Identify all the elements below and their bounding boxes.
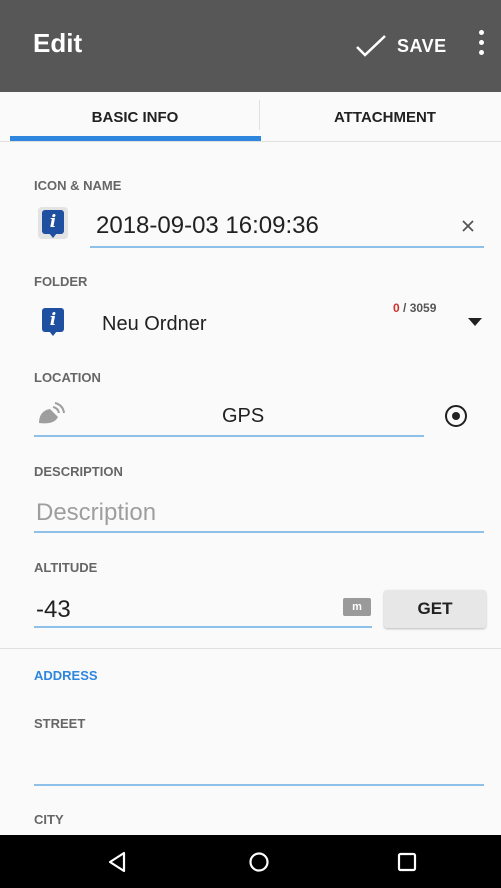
location-underline	[34, 435, 424, 437]
description-underline	[34, 531, 484, 533]
altitude-input[interactable]: -43	[36, 596, 71, 624]
street-label: STREET	[34, 716, 86, 731]
system-nav-bar	[0, 835, 501, 888]
folder-count-total: / 3059	[403, 301, 437, 315]
location-label: LOCATION	[34, 370, 101, 385]
tab-bar: BASIC INFO ATTACHMENT	[0, 92, 501, 142]
tab-attachment[interactable]: ATTACHMENT	[260, 92, 501, 142]
check-icon	[356, 35, 386, 57]
back-icon	[108, 851, 126, 873]
page-title: Edit	[33, 28, 83, 58]
app-bar: Edit SAVE	[0, 0, 501, 92]
overflow-menu-icon[interactable]	[474, 30, 488, 62]
target-icon[interactable]	[443, 403, 469, 429]
folder-select[interactable]: Neu Ordner	[102, 313, 207, 336]
description-label: DESCRIPTION	[34, 464, 123, 479]
address-section-title: ADDRESS	[34, 668, 98, 683]
altitude-unit-badge: m	[343, 598, 371, 616]
info-marker-icon[interactable]: i	[38, 207, 68, 239]
location-source[interactable]: GPS	[222, 405, 264, 428]
tab-basic-info[interactable]: BASIC INFO	[10, 92, 260, 142]
back-button[interactable]	[78, 835, 158, 888]
get-altitude-button[interactable]: GET	[384, 590, 486, 628]
altitude-label: ALTITUDE	[34, 560, 98, 575]
save-button-label: SAVE	[397, 35, 447, 56]
icon-name-label: ICON & NAME	[34, 178, 122, 193]
folder-info-marker-icon: i	[38, 305, 68, 337]
city-label: CITY	[34, 812, 64, 827]
clear-icon[interactable]	[462, 220, 474, 232]
section-divider	[0, 648, 501, 649]
name-input[interactable]: 2018-09-03 16:09:36	[96, 212, 319, 240]
folder-counter: 0 / 3059	[393, 301, 436, 315]
save-button[interactable]: SAVE	[355, 26, 447, 66]
recent-apps-icon	[397, 852, 417, 872]
folder-count-current: 0	[393, 301, 400, 315]
home-icon	[249, 852, 269, 872]
name-input-underline	[90, 246, 484, 248]
chevron-down-icon[interactable]	[468, 318, 482, 326]
recent-apps-button[interactable]	[366, 835, 446, 888]
satellite-icon	[39, 402, 65, 424]
altitude-underline	[34, 626, 372, 628]
folder-label: FOLDER	[34, 274, 88, 289]
tab-bar-divider	[0, 141, 501, 142]
home-button[interactable]	[219, 835, 299, 888]
description-input[interactable]: Description	[36, 499, 156, 527]
street-input[interactable]	[34, 784, 484, 786]
